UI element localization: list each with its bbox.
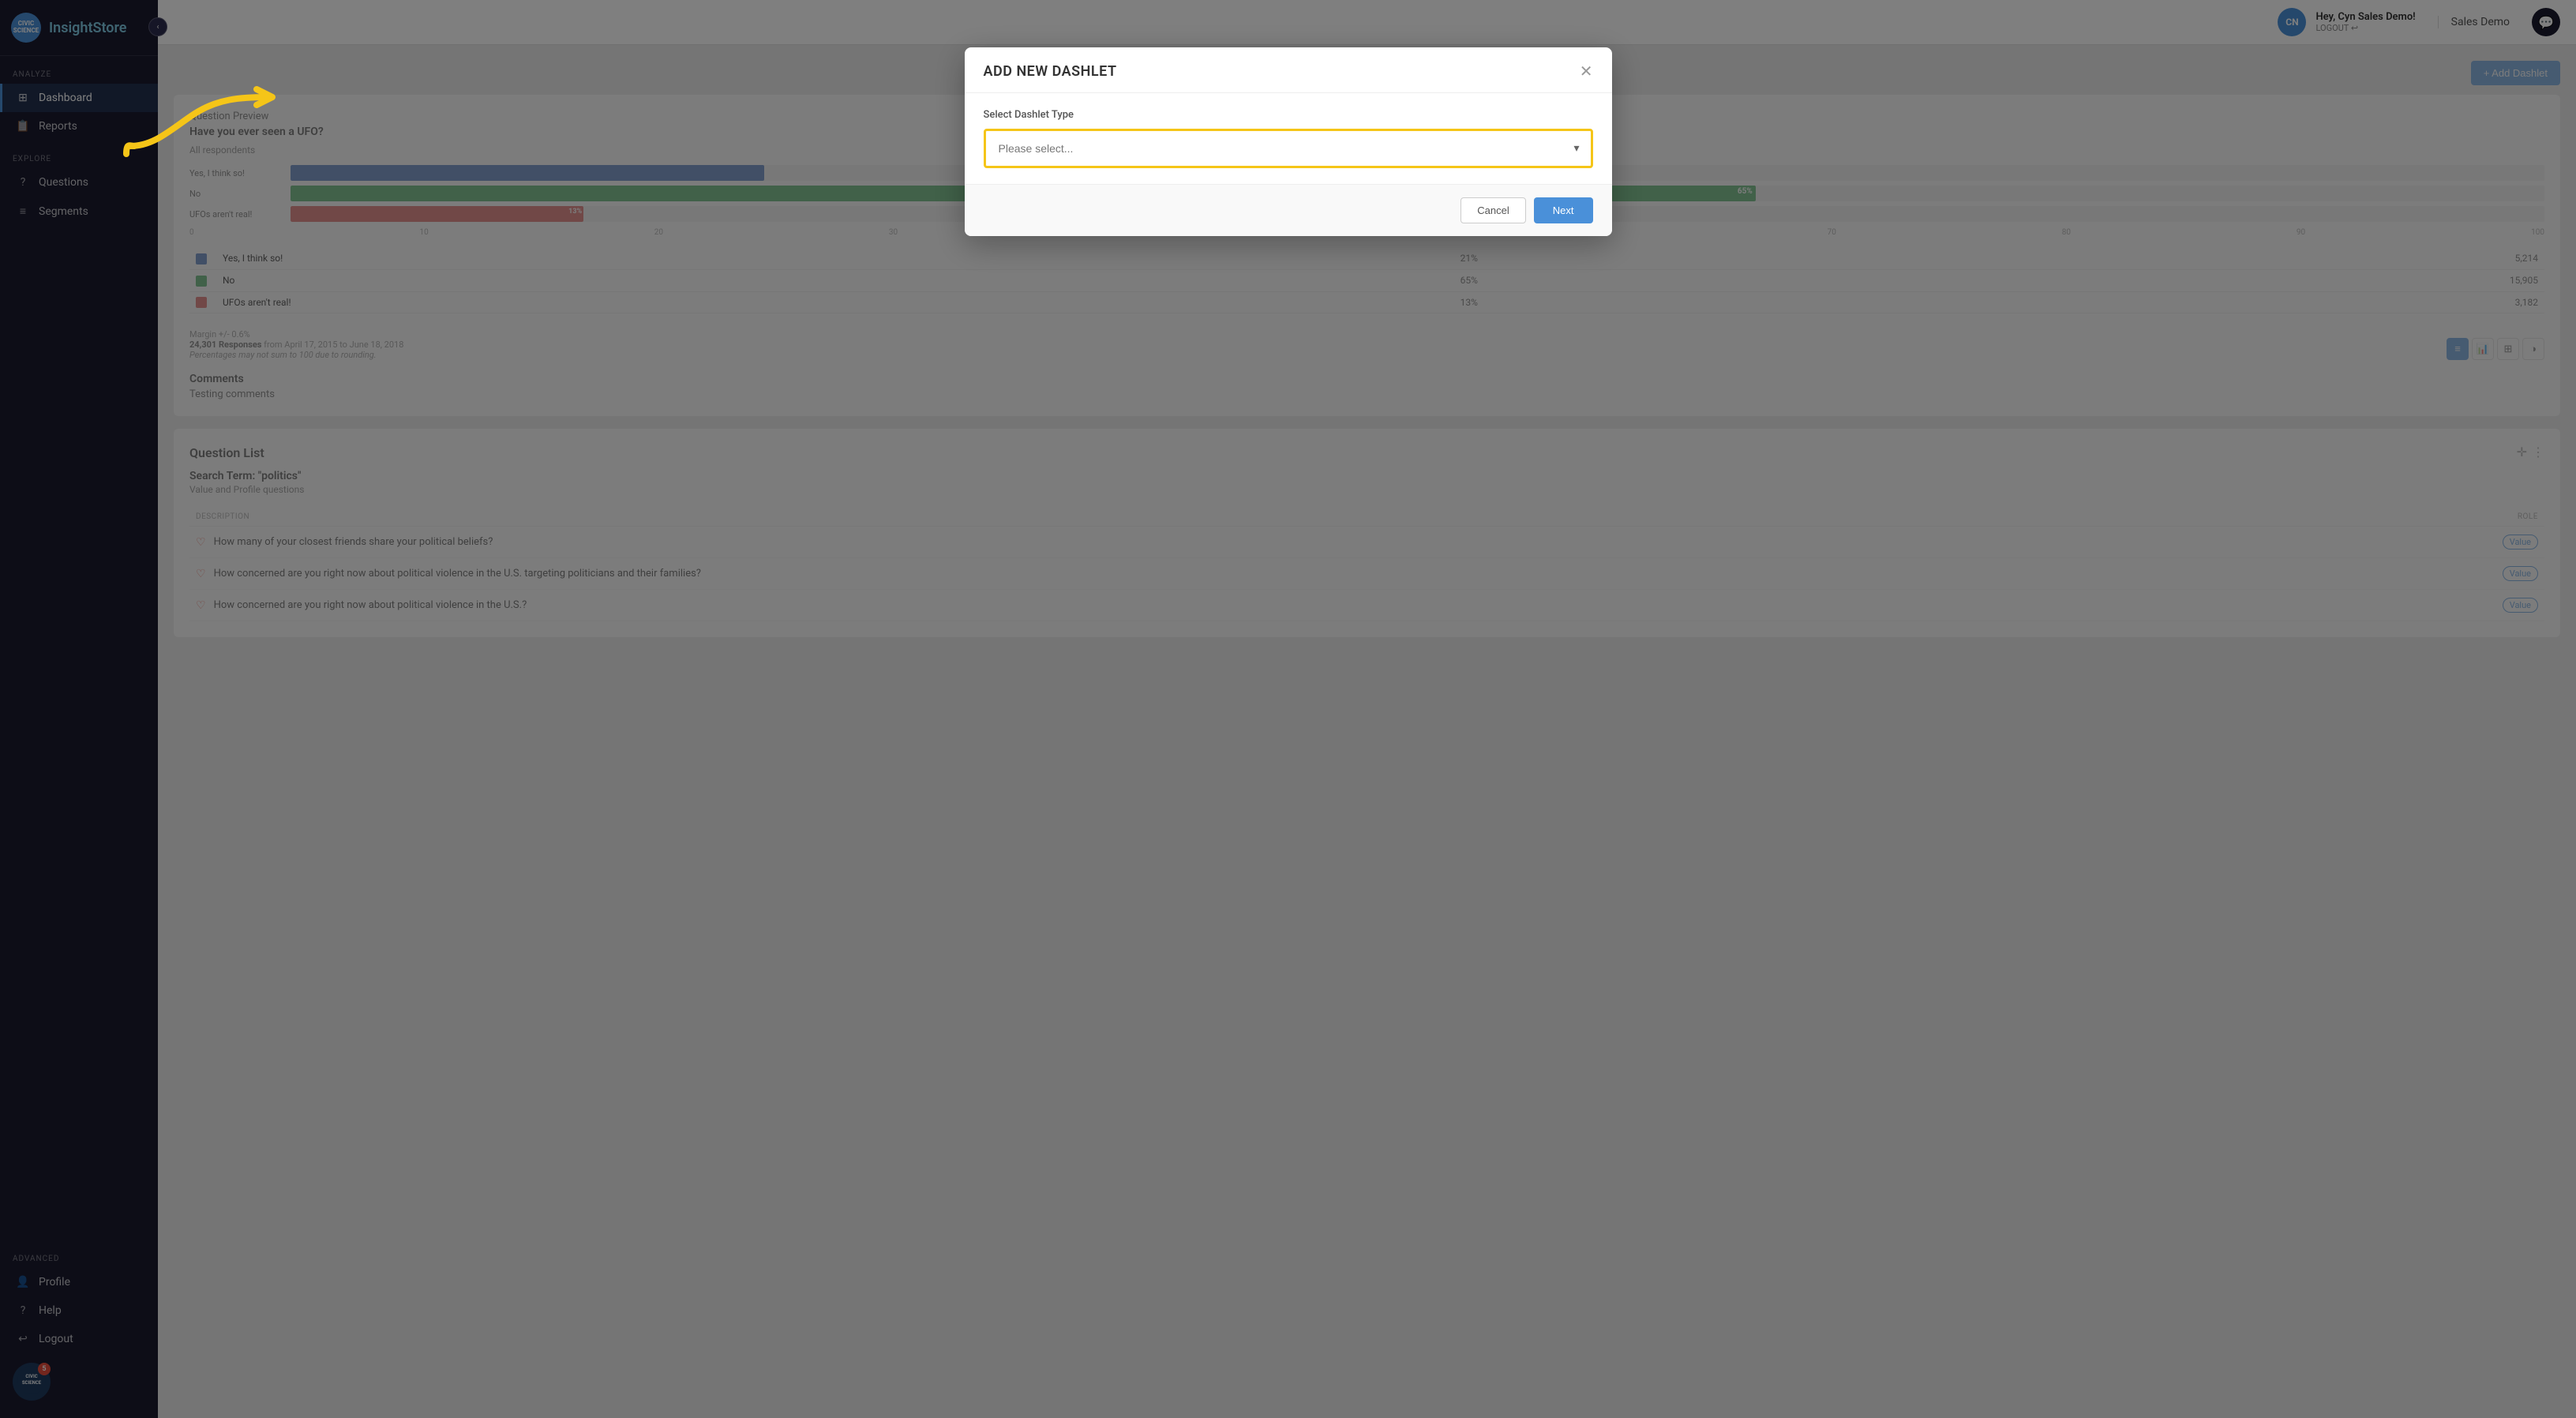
modal-select-label: Select Dashlet Type [984, 109, 1593, 121]
modal-header: ADD NEW DASHLET ✕ [965, 47, 1612, 93]
modal-footer: Cancel Next [965, 184, 1612, 236]
modal-title: ADD NEW DASHLET [984, 63, 1117, 80]
cancel-button[interactable]: Cancel [1460, 197, 1525, 223]
modal-close-button[interactable]: ✕ [1580, 64, 1593, 80]
modal-body: Select Dashlet Type Please select... ▾ [965, 93, 1612, 184]
next-button[interactable]: Next [1534, 197, 1593, 223]
arrow-annotation [122, 83, 280, 165]
dashlet-type-select[interactable]: Please select... [986, 131, 1591, 166]
modal: ADD NEW DASHLET ✕ Select Dashlet Type Pl… [965, 47, 1612, 236]
modal-overlay[interactable]: ADD NEW DASHLET ✕ Select Dashlet Type Pl… [0, 0, 2576, 1418]
dashlet-type-select-wrapper: Please select... ▾ [984, 129, 1593, 168]
